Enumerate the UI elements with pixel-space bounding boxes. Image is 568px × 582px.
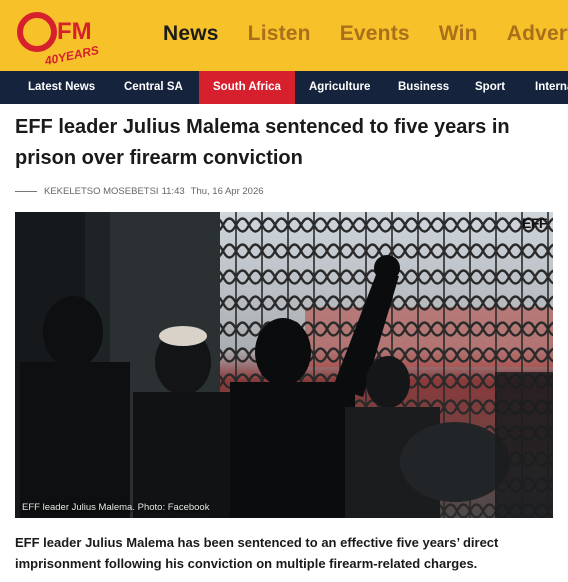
category-central-sa[interactable]: Central SA <box>124 71 183 104</box>
category-business[interactable]: Business <box>398 71 449 104</box>
byline-rule <box>15 190 37 192</box>
nav-win[interactable]: Win <box>439 22 478 46</box>
article-headline: EFF leader Julius Malema sentenced to fi… <box>15 116 510 169</box>
publish-date: Thu, 16 Apr 2026 <box>190 185 264 197</box>
nav-news[interactable]: News <box>163 22 219 46</box>
category-latest-news[interactable]: Latest News <box>28 71 95 104</box>
article-image: EFF <box>15 212 553 518</box>
publish-time: 11:43 <box>161 185 185 197</box>
nav-advertise[interactable]: Advertise <box>507 22 568 46</box>
eff-logo: EFF <box>522 215 547 231</box>
byline: KEKELETSO MOSEBETSI 11:43 Thu, 16 Apr 20… <box>15 184 264 198</box>
ofm-logo[interactable]: FM 40YEARS <box>14 7 118 68</box>
nav-events[interactable]: Events <box>340 22 410 46</box>
category-bar: Latest News Central SA South Africa Agri… <box>0 71 568 104</box>
article-lede: EFF leader Julius Malema has been senten… <box>15 535 499 571</box>
category-agriculture[interactable]: Agriculture <box>309 71 370 104</box>
category-international[interactable]: International <box>535 71 568 104</box>
author-name[interactable]: KEKELETSO MOSEBETSI <box>44 186 159 197</box>
nav-listen[interactable]: Listen <box>248 22 311 46</box>
site-header: FM 40YEARS News Listen Events Win Advert… <box>0 0 568 71</box>
image-caption: EFF leader Julius Malema. Photo: Faceboo… <box>22 502 210 513</box>
svg-text:40YEARS: 40YEARS <box>43 43 100 65</box>
category-south-africa[interactable]: South Africa <box>199 71 295 104</box>
svg-text:FM: FM <box>57 18 92 45</box>
category-sport[interactable]: Sport <box>475 71 505 104</box>
main-nav: News Listen Events Win Advertise <box>163 22 568 46</box>
